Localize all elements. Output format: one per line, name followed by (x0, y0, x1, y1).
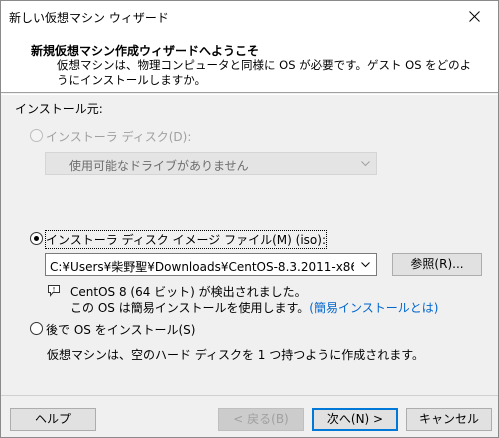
window-title: 新しい仮想マシン ウィザード (9, 11, 169, 25)
chevron-down-icon (361, 161, 370, 167)
close-button[interactable] (452, 1, 498, 32)
easy-install-link[interactable]: (簡易インストールとは) (309, 301, 438, 315)
cancel-button[interactable]: キャンセル (406, 408, 492, 431)
installer-disc-radio[interactable] (30, 129, 43, 142)
installer-disc-label: インストーラ ディスク(D): (46, 130, 192, 144)
install-source-label: インストール元: (15, 102, 103, 116)
title-bar: 新しい仮想マシン ウィザード (1, 1, 498, 32)
iso-file-label: インストーラ ディスク イメージ ファイル(M) (iso): (45, 230, 327, 249)
wizard-header: 新規仮想マシン作成ウィザードへようこそ 仮想マシンは、物理コンピュータと同様に … (1, 32, 498, 93)
iso-path-value: C:¥Users¥柴野聖¥Downloads¥CentOS-8.3.2011-x… (50, 260, 354, 274)
easy-install-text: この OS は簡易インストールを使用します。 (70, 301, 310, 315)
info-comment-icon (48, 285, 60, 297)
footer-divider (1, 395, 498, 396)
chevron-down-icon (361, 262, 370, 268)
help-button[interactable]: ヘルプ (10, 408, 96, 431)
easy-install-note: この OS は簡易インストールを使用します。(簡易インストールとは) (70, 299, 438, 316)
close-icon (469, 11, 480, 22)
browse-button[interactable]: 参照(R)... (392, 253, 482, 276)
header-title: 新規仮想マシン作成ウィザードへようこそ (31, 44, 260, 58)
wizard-window: 新しい仮想マシン ウィザード 新規仮想マシン作成ウィザードへようこそ 仮想マシン… (0, 0, 499, 438)
header-description: 仮想マシンは、物理コンピュータと同様に OS が必要です。ゲスト OS をどのよ… (57, 58, 472, 87)
installer-disc-dropdown[interactable]: 使用可能なドライブがありません (45, 152, 377, 175)
install-later-label: 後で OS をインストール(S) (46, 323, 196, 337)
iso-path-combobox[interactable]: C:¥Users¥柴野聖¥Downloads¥CentOS-8.3.2011-x… (45, 253, 377, 276)
header-divider (1, 94, 498, 95)
iso-file-radio[interactable] (30, 232, 43, 245)
install-later-description: 仮想マシンは、空のハード ディスクを 1 つ持つように作成されます。 (47, 348, 425, 362)
back-button[interactable]: < 戻る(B) (218, 408, 304, 431)
next-button[interactable]: 次へ(N) > (312, 408, 398, 431)
installer-disc-dropdown-value: 使用可能なドライブがありません (69, 159, 249, 173)
install-later-radio[interactable] (30, 322, 43, 335)
os-detected-text: CentOS 8 (64 ビット) が検出されました。 (70, 285, 307, 299)
